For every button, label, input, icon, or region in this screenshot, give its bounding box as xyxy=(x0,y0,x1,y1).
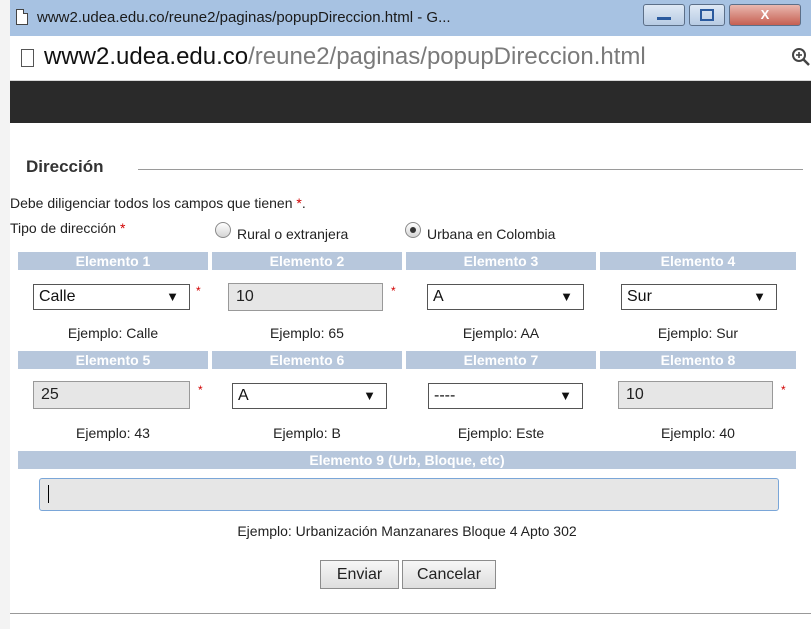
required-note-end: . xyxy=(301,195,306,211)
select-value: Sur xyxy=(627,288,652,305)
required-asterisk: * xyxy=(198,383,203,397)
select-elemento-6[interactable]: A ▼ xyxy=(232,383,387,409)
url-text[interactable]: www2.udea.edu.co/reune2/paginas/popupDir… xyxy=(44,43,789,71)
window-title: www2.udea.edu.co/reune2/paginas/popupDir… xyxy=(37,9,451,26)
dropdown-arrow-icon: ▼ xyxy=(363,388,376,403)
example-elemento-2: Ejemplo: 65 xyxy=(270,325,344,341)
text-cursor xyxy=(48,485,49,503)
page-icon xyxy=(16,9,28,25)
select-elemento-7[interactable]: ---- ▼ xyxy=(428,383,583,409)
example-elemento-5: Ejemplo: 43 xyxy=(76,425,150,441)
select-elemento-4[interactable]: Sur ▼ xyxy=(621,284,777,310)
required-note-text: Debe diligenciar todos los campos que ti… xyxy=(10,195,297,211)
radio-urbana-label[interactable]: Urbana en Colombia xyxy=(427,226,555,242)
maximize-icon xyxy=(700,9,714,21)
example-elemento-3: Ejemplo: AA xyxy=(462,325,540,341)
header-elemento-1: Elemento 1 xyxy=(18,252,208,270)
header-elemento-7: Elemento 7 xyxy=(406,351,596,369)
legend-divider xyxy=(138,169,803,170)
header-elemento-8: Elemento 8 xyxy=(600,351,796,369)
input-elemento-5[interactable]: 25 xyxy=(33,381,190,409)
address-type-star: * xyxy=(119,220,126,236)
address-bar[interactable]: www2.udea.edu.co/reune2/paginas/popupDir… xyxy=(10,36,811,81)
example-elemento-9: Ejemplo: Urbanización Manzanares Bloque … xyxy=(237,523,577,539)
close-icon: X xyxy=(760,7,770,22)
cancel-button[interactable]: Cancelar xyxy=(402,560,496,589)
radio-rural[interactable] xyxy=(215,222,231,238)
select-elemento-1[interactable]: Calle ▼ xyxy=(33,284,190,310)
input-elemento-9[interactable] xyxy=(39,478,779,511)
required-asterisk: * xyxy=(391,284,396,298)
maximize-button[interactable] xyxy=(689,4,725,26)
url-path: /reune2/paginas/popupDireccion.html xyxy=(248,43,646,70)
submit-button[interactable]: Enviar xyxy=(320,560,399,589)
background-window-strip xyxy=(0,0,10,629)
header-elemento-2: Elemento 2 xyxy=(212,252,402,270)
fieldset-legend-row: Dirección xyxy=(18,157,803,181)
example-elemento-1: Ejemplo: Calle xyxy=(67,325,159,341)
select-elemento-3[interactable]: A ▼ xyxy=(427,284,584,310)
required-asterisk: * xyxy=(196,284,201,298)
address-type-label: Tipo de dirección * xyxy=(10,220,125,236)
address-type-text: Tipo de dirección xyxy=(10,220,120,236)
minimize-icon xyxy=(657,17,671,20)
dropdown-arrow-icon: ▼ xyxy=(559,388,572,403)
dropdown-arrow-icon: ▼ xyxy=(560,289,573,304)
radio-urbana[interactable] xyxy=(405,222,421,238)
input-elemento-2[interactable]: 10 xyxy=(228,283,383,311)
close-button[interactable]: X xyxy=(729,4,801,26)
minimize-button[interactable] xyxy=(643,4,685,26)
zoom-icon[interactable] xyxy=(791,45,811,69)
form-legend: Dirección xyxy=(26,157,108,177)
popup-window: www2.udea.edu.co/reune2/paginas/popupDir… xyxy=(10,0,811,629)
required-asterisk: * xyxy=(781,383,786,397)
radio-selected-dot xyxy=(410,227,416,233)
select-value: ---- xyxy=(434,387,456,404)
window-bottom-border xyxy=(10,613,811,614)
example-elemento-7: Ejemplo: Este xyxy=(457,425,545,441)
required-note: Debe diligenciar todos los campos que ti… xyxy=(10,195,306,211)
example-elemento-4: Ejemplo: Sur xyxy=(657,325,739,341)
radio-rural-label[interactable]: Rural o extranjera xyxy=(237,226,348,242)
dropdown-arrow-icon: ▼ xyxy=(166,289,179,304)
dropdown-arrow-icon: ▼ xyxy=(753,289,766,304)
select-value: A xyxy=(433,288,444,305)
example-elemento-8: Ejemplo: 40 xyxy=(661,425,735,441)
header-elemento-9: Elemento 9 (Urb, Bloque, etc) xyxy=(18,451,796,469)
header-elemento-3: Elemento 3 xyxy=(406,252,596,270)
header-elemento-4: Elemento 4 xyxy=(600,252,796,270)
input-elemento-8[interactable]: 10 xyxy=(618,381,773,409)
page-header-bar xyxy=(10,81,811,123)
title-bar[interactable]: www2.udea.edu.co/reune2/paginas/popupDir… xyxy=(10,0,811,36)
example-elemento-6: Ejemplo: B xyxy=(273,425,341,441)
address-form: Dirección Debe diligenciar todos los cam… xyxy=(10,123,811,613)
header-elemento-5: Elemento 5 xyxy=(18,351,208,369)
header-elemento-6: Elemento 6 xyxy=(212,351,402,369)
url-host: www2.udea.edu.co xyxy=(44,43,249,70)
page-icon xyxy=(21,49,34,67)
select-value: Calle xyxy=(39,288,76,305)
select-value: A xyxy=(238,387,249,404)
